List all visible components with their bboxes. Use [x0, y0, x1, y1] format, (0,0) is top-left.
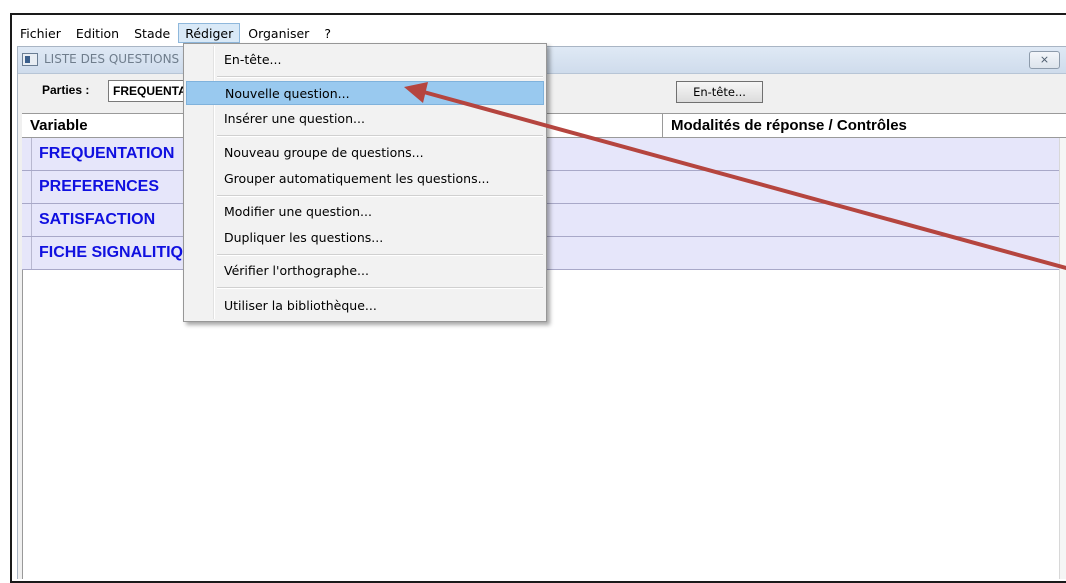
annotation-arrow-icon [404, 82, 1066, 270]
